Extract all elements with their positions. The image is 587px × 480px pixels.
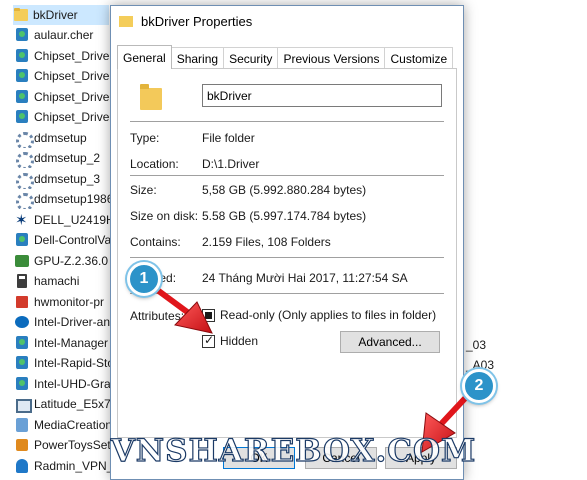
media-icon xyxy=(14,417,30,433)
tab-sharing[interactable]: Sharing xyxy=(170,47,225,69)
installer-icon xyxy=(14,232,30,248)
file-item[interactable]: Intel-Driver-an xyxy=(14,312,110,332)
powertoys-icon xyxy=(14,437,30,453)
installer-icon xyxy=(14,109,30,125)
laptop-icon xyxy=(14,396,32,413)
contains-label: Contains: xyxy=(130,235,181,249)
size-label: Size: xyxy=(130,183,157,197)
file-item[interactable]: hamachi xyxy=(14,271,110,291)
divider xyxy=(130,257,444,258)
hidden-checkbox[interactable] xyxy=(202,333,215,348)
dialog-titlebar[interactable]: bkDriver Properties xyxy=(111,6,463,36)
divider xyxy=(130,121,444,122)
file-item[interactable]: GPU-Z.2.36.0 xyxy=(14,251,110,271)
type-label: Type: xyxy=(130,131,160,145)
tab-bar: General Sharing Security Previous Versio… xyxy=(117,45,454,69)
installer-icon xyxy=(14,355,30,371)
hamachi-icon xyxy=(14,273,30,289)
radmin-icon xyxy=(14,458,30,474)
app-icon xyxy=(14,27,30,43)
setup-gear-icon xyxy=(14,171,34,189)
file-item[interactable]: Dell-ControlVa xyxy=(14,230,110,250)
tab-general[interactable]: General xyxy=(117,45,172,69)
tab-security[interactable]: Security xyxy=(223,47,279,69)
location-label: Location: xyxy=(130,157,179,171)
folder-icon xyxy=(13,7,29,23)
divider xyxy=(130,175,444,176)
tab-customize[interactable]: Customize xyxy=(384,47,454,69)
type-value: File folder xyxy=(202,131,255,145)
installer-icon xyxy=(14,89,30,105)
folder-icon xyxy=(140,84,162,110)
attributes-label: Attributes: xyxy=(130,309,185,323)
readonly-checkbox[interactable] xyxy=(202,309,215,322)
general-panel: Type: File folder Location: D:\1.Driver … xyxy=(117,68,457,438)
properties-dialog: bkDriver Properties General Sharing Secu… xyxy=(110,5,464,480)
dialog-title: bkDriver Properties xyxy=(141,13,253,29)
file-item[interactable]: Intel-UHD-Gra xyxy=(14,374,110,394)
file-item[interactable]: ddmsetup_3 xyxy=(14,169,110,189)
file-item[interactable]: Chipset_Driver xyxy=(14,107,110,127)
folder-icon xyxy=(119,14,133,28)
apply-button[interactable]: Apply xyxy=(385,447,457,469)
file-item[interactable]: Chipset_Driver xyxy=(14,46,110,66)
installer-icon xyxy=(14,335,30,351)
size-on-disk-label: Size on disk: xyxy=(130,209,199,223)
file-item[interactable]: hwmonitor-pr xyxy=(14,292,110,312)
contains-value: 2.159 Files, 108 Folders xyxy=(202,235,331,249)
folder-name-input[interactable] xyxy=(202,84,442,107)
size-value: 5,58 GB (5.992.880.284 bytes) xyxy=(202,183,367,197)
setup-gear-icon xyxy=(14,130,34,148)
tab-previous-versions[interactable]: Previous Versions xyxy=(277,47,386,69)
installer-icon xyxy=(14,68,30,84)
file-item[interactable]: DELL_U2419H- xyxy=(14,210,110,230)
file-name-fragment: _03 xyxy=(466,338,487,352)
hidden-label[interactable]: Hidden xyxy=(220,334,258,348)
file-item[interactable]: Latitude_E5x70 xyxy=(14,394,110,414)
file-item[interactable]: aulaur.cher xyxy=(14,25,110,45)
advanced-button[interactable]: Advanced... xyxy=(340,331,440,353)
file-item[interactable]: MediaCreation xyxy=(14,415,110,435)
file-item[interactable]: ddmsetup1986 xyxy=(14,189,110,209)
divider xyxy=(130,293,444,294)
installer-icon xyxy=(14,376,30,392)
created-value: 24 Tháng Mười Hai 2017, 11:27:54 SA xyxy=(202,271,408,285)
location-value: D:\1.Driver xyxy=(202,157,260,171)
file-item[interactable]: Intel-Rapid-Sto xyxy=(14,353,110,373)
setup-gear-icon xyxy=(14,150,34,168)
file-item[interactable]: Radmin_VPN_ xyxy=(14,456,110,476)
file-item[interactable]: Intel-Manager xyxy=(14,333,110,353)
readonly-label[interactable]: Read-only (Only applies to files in fold… xyxy=(220,308,436,322)
file-item-bkdriver[interactable]: bkDriver xyxy=(13,5,109,25)
gpu-icon xyxy=(14,253,30,269)
step-badge-1: 1 xyxy=(127,262,161,296)
file-item[interactable]: Chipset_Driver xyxy=(14,87,110,107)
installer-icon xyxy=(14,48,30,64)
cancel-button[interactable]: Cancel xyxy=(305,447,377,469)
step-badge-2: 2 xyxy=(462,369,496,403)
file-item[interactable]: Chipset_Driver xyxy=(14,66,110,86)
hwmonitor-icon xyxy=(14,294,30,310)
size-on-disk-value: 5.58 GB (5.997.174.784 bytes) xyxy=(202,209,367,223)
file-item[interactable]: PowerToysSetu xyxy=(14,435,110,455)
file-item[interactable]: ddmsetup_2 xyxy=(14,148,110,168)
intel-icon xyxy=(14,314,30,330)
file-item[interactable]: ddmsetup xyxy=(14,128,110,148)
dell-icon xyxy=(14,211,30,229)
setup-gear-icon xyxy=(14,191,34,209)
ok-button[interactable]: OK xyxy=(223,447,295,469)
